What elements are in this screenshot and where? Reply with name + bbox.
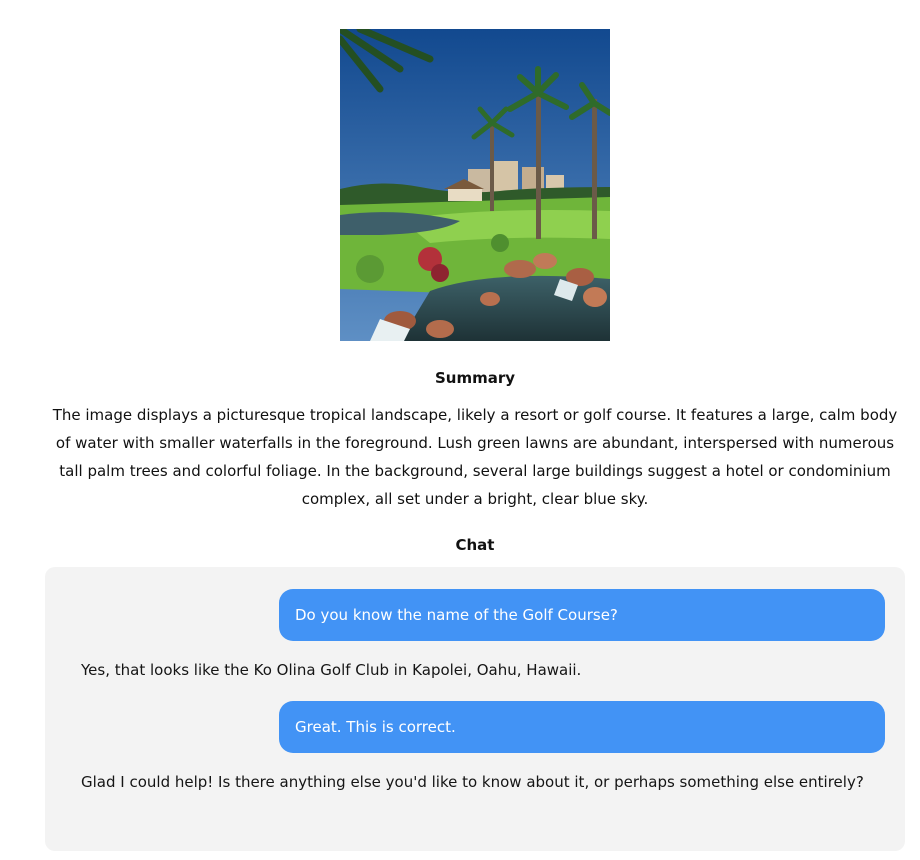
landscape-photo — [340, 29, 610, 341]
assistant-message: Yes, that looks like the Ko Olina Golf C… — [81, 661, 582, 679]
summary-text: The image displays a picturesque tropica… — [52, 406, 898, 508]
chat-heading: Chat — [455, 536, 495, 554]
chat-panel: Do you know the name of the Golf Course?… — [45, 567, 905, 851]
summary-heading: Summary — [434, 369, 516, 387]
user-message: Do you know the name of the Golf Course? — [279, 589, 885, 641]
assistant-message: Glad I could help! Is there anything els… — [81, 773, 864, 791]
user-message-text: Do you know the name of the Golf Course? — [295, 606, 618, 624]
user-message-text: Great. This is correct. — [295, 718, 456, 736]
photo-illustration — [340, 29, 610, 341]
user-message: Great. This is correct. — [279, 701, 885, 753]
